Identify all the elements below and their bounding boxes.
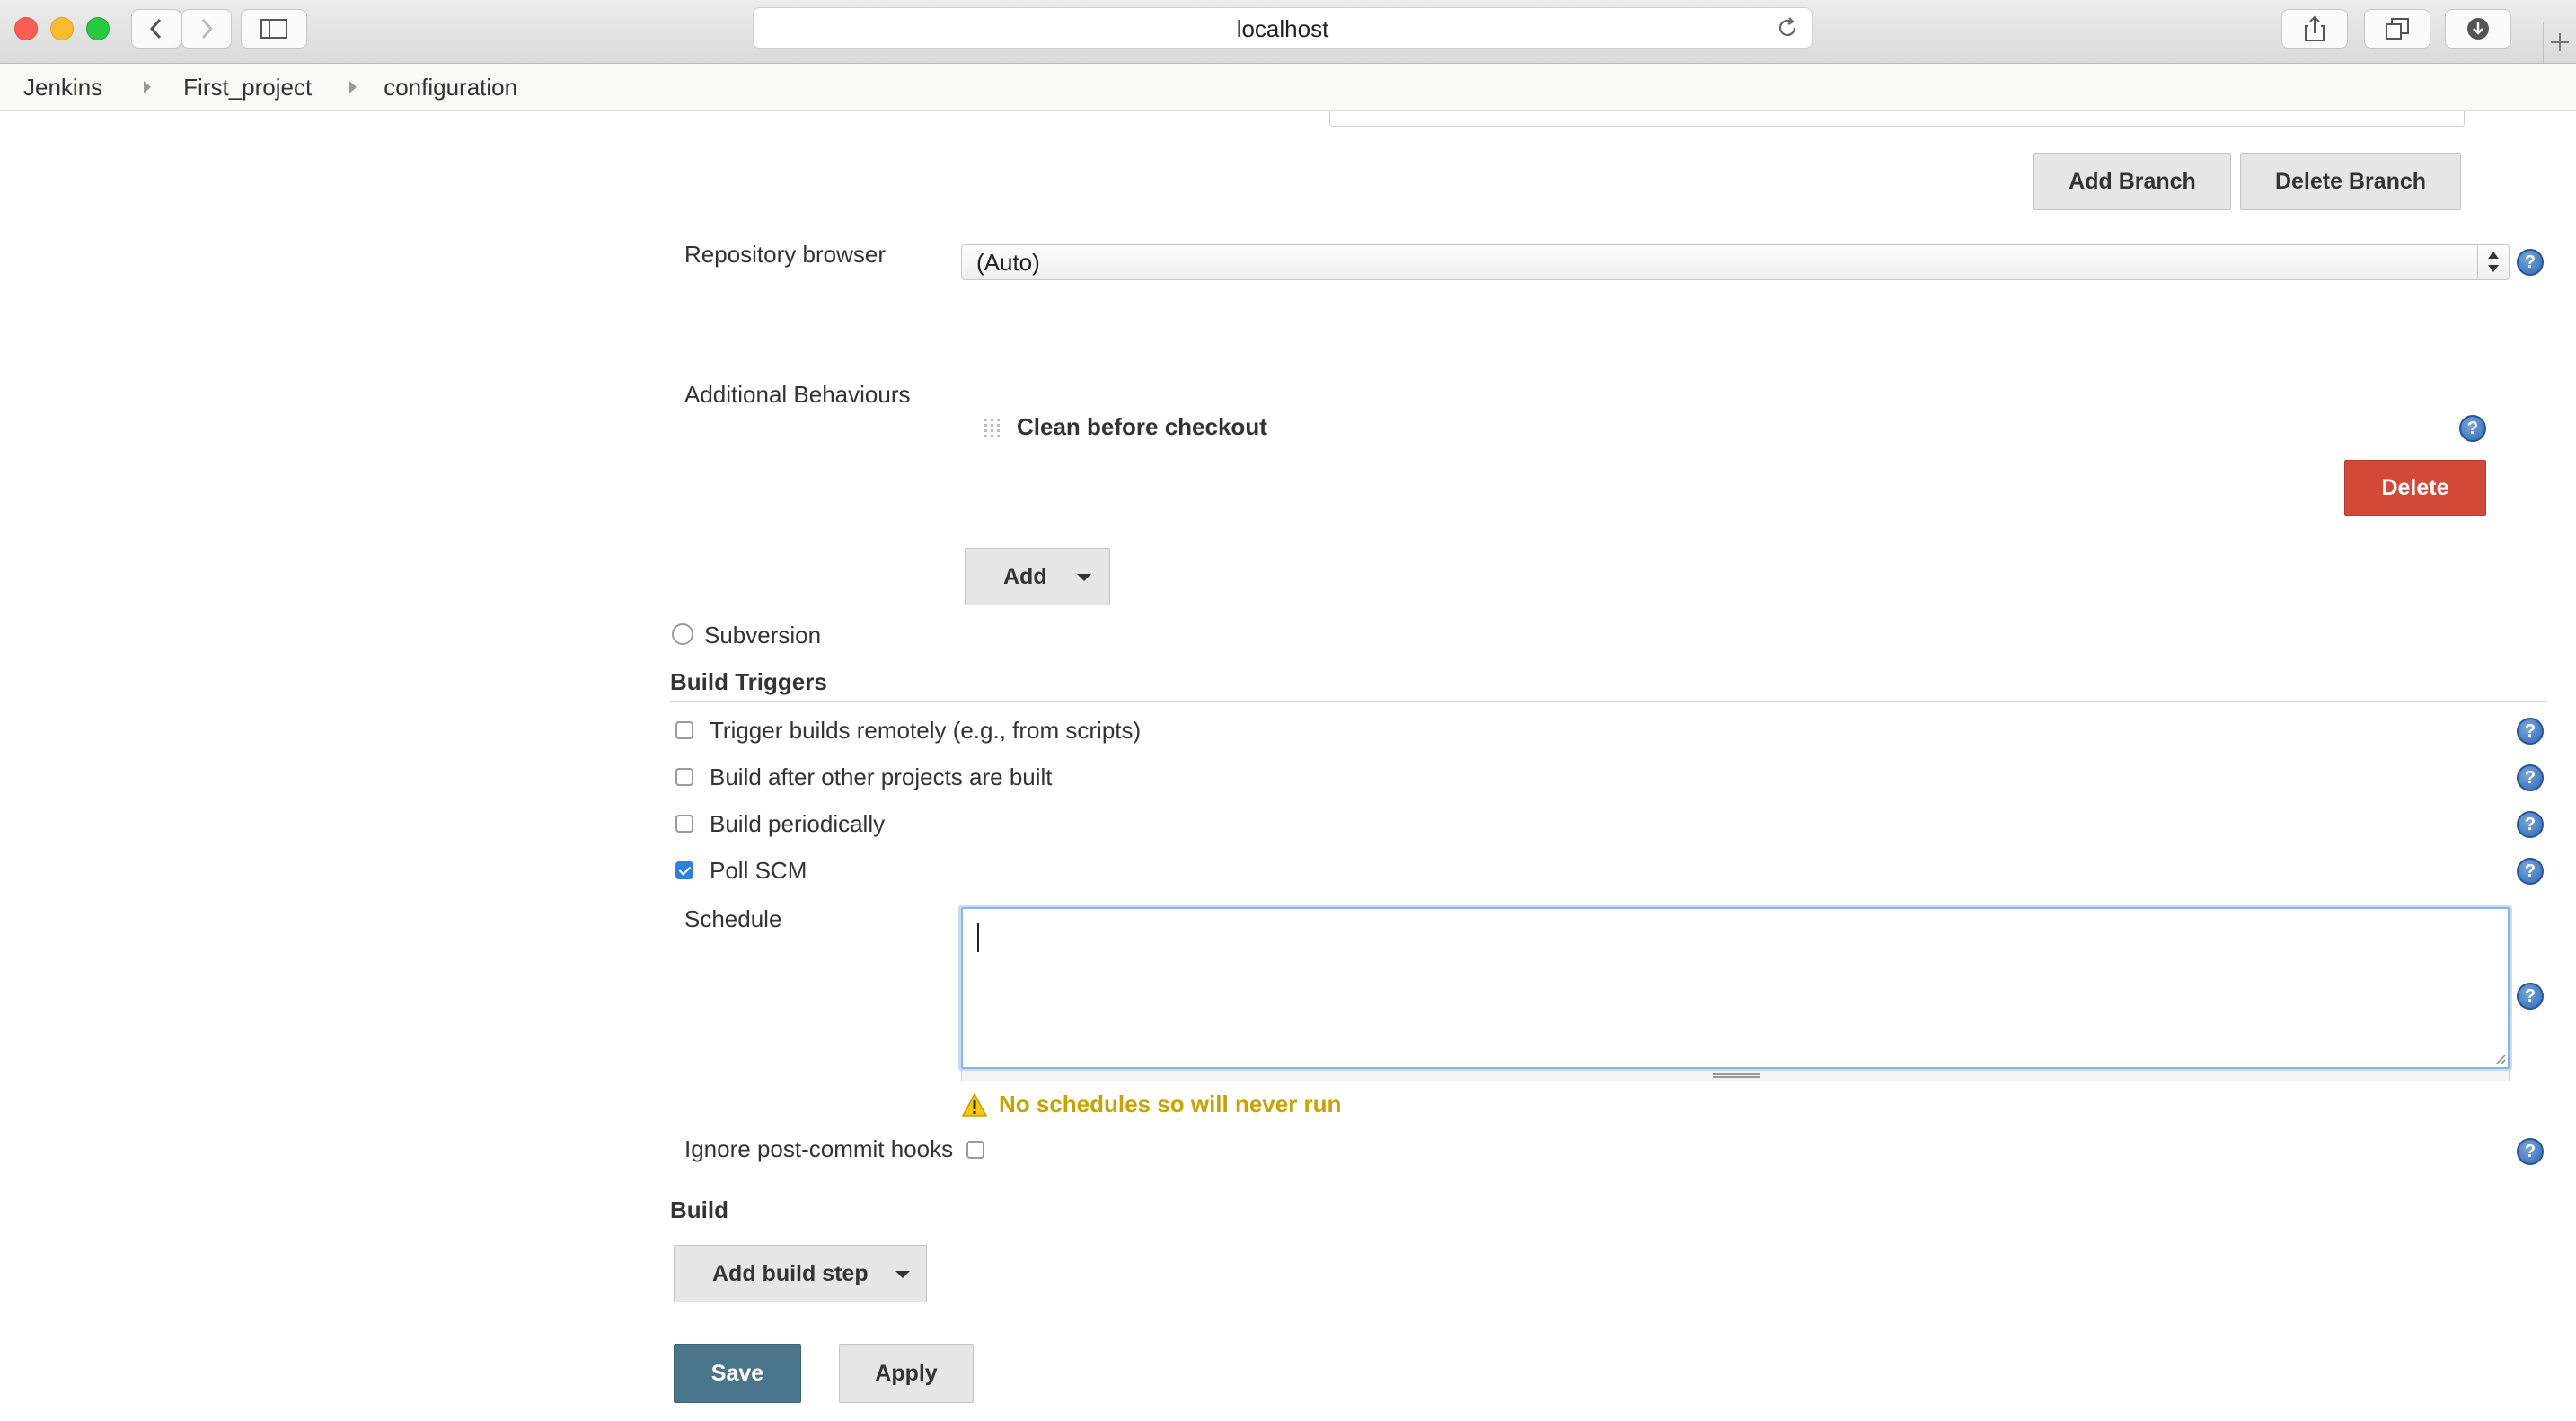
url-text: localhost	[1236, 15, 1329, 42]
browser-toolbar: localhost	[0, 0, 2576, 64]
tabs-icon	[2386, 18, 2409, 40]
schedule-warning: No schedules so will never run	[999, 1090, 1342, 1117]
resize-grip-icon[interactable]	[2493, 1053, 2506, 1065]
branch-specifier-input[interactable]	[1329, 111, 2465, 127]
add-behaviour-button[interactable]: Add	[965, 548, 1110, 605]
download-icon	[2467, 18, 2489, 40]
help-icon[interactable]: ?	[2517, 858, 2544, 885]
breadcrumb-separator-icon[interactable]	[144, 81, 152, 93]
schedule-label: Schedule	[684, 905, 782, 932]
repository-browser-value: (Auto)	[976, 249, 1040, 276]
subversion-radio[interactable]	[672, 623, 693, 645]
build-triggers-heading: Build Triggers	[670, 668, 827, 695]
warning-icon	[961, 1092, 988, 1116]
trigger-remote-label: Trigger builds remotely (e.g., from scri…	[710, 717, 1142, 744]
back-button[interactable]	[131, 9, 181, 49]
add-behaviour-label: Add	[1003, 563, 1047, 589]
plus-icon	[2551, 33, 2569, 51]
reload-icon[interactable]	[1776, 16, 1799, 40]
help-icon[interactable]: ?	[2517, 249, 2544, 276]
build-periodically-label: Build periodically	[710, 810, 886, 837]
add-build-step-label: Add build step	[712, 1260, 869, 1286]
repository-browser-select[interactable]: (Auto)	[961, 244, 2510, 280]
chevron-right-icon	[201, 18, 214, 40]
help-icon[interactable]: ?	[2517, 718, 2544, 745]
subversion-label: Subversion	[704, 622, 822, 649]
repository-browser-label: Repository browser	[684, 241, 886, 268]
help-icon[interactable]: ?	[2517, 764, 2544, 791]
select-arrows-icon	[2477, 245, 2509, 279]
new-tab-button[interactable]	[2543, 22, 2576, 63]
share-icon	[2305, 15, 2325, 41]
caret-down-icon	[1077, 574, 1091, 581]
additional-behaviours-label: Additional Behaviours	[684, 381, 911, 408]
save-button[interactable]: Save	[674, 1344, 801, 1403]
zoom-window-button[interactable]	[86, 17, 110, 40]
forward-button[interactable]	[181, 9, 232, 49]
trigger-remote-checkbox[interactable]	[675, 721, 693, 739]
behaviour-title: Clean before checkout	[1017, 413, 1267, 440]
sidebar-icon	[260, 19, 287, 39]
breadcrumb-first-project[interactable]: First_project	[183, 74, 312, 102]
build-after-label: Build after other projects are built	[710, 763, 1053, 790]
ignore-hooks-checkbox[interactable]	[966, 1141, 984, 1159]
delete-branch-button[interactable]: Delete Branch	[2240, 153, 2461, 210]
downloads-button[interactable]	[2445, 9, 2511, 49]
poll-scm-label: Poll SCM	[710, 857, 807, 884]
help-icon[interactable]: ?	[2459, 415, 2486, 442]
help-icon[interactable]: ?	[2517, 811, 2544, 838]
breadcrumb-jenkins[interactable]: Jenkins	[23, 74, 102, 102]
tabs-overview-button[interactable]	[2364, 9, 2430, 49]
close-window-button[interactable]	[14, 17, 38, 40]
caret-down-icon	[895, 1271, 910, 1278]
text-cursor	[977, 923, 979, 952]
poll-scm-checkbox[interactable]	[675, 861, 693, 879]
help-icon[interactable]: ?	[2517, 1138, 2544, 1165]
ignore-hooks-label: Ignore post-commit hooks	[684, 1135, 954, 1162]
textarea-expand-handle[interactable]	[961, 1071, 2510, 1081]
add-branch-button[interactable]: Add Branch	[2033, 153, 2231, 210]
build-heading: Build	[670, 1196, 728, 1223]
add-build-step-button[interactable]: Add build step	[674, 1245, 927, 1302]
section-divider	[670, 701, 2547, 702]
schedule-textarea[interactable]	[961, 907, 2510, 1069]
address-bar[interactable]: localhost	[753, 7, 1813, 49]
apply-button[interactable]: Apply	[839, 1344, 974, 1403]
build-after-checkbox[interactable]	[675, 768, 693, 786]
delete-behaviour-button[interactable]: Delete	[2344, 460, 2486, 516]
build-periodically-checkbox[interactable]	[675, 815, 693, 833]
drag-handle-icon[interactable]	[983, 417, 1002, 440]
minimize-window-button[interactable]	[50, 17, 74, 40]
chevron-left-icon	[149, 18, 162, 40]
breadcrumb-separator-icon[interactable]	[349, 81, 357, 93]
share-button[interactable]	[2281, 9, 2348, 49]
help-icon[interactable]: ?	[2517, 983, 2544, 1010]
breadcrumb-configuration[interactable]: configuration	[384, 74, 517, 102]
breadcrumb: Jenkins First_project configuration	[0, 64, 2576, 111]
sidebar-toggle-button[interactable]	[241, 9, 307, 49]
grip-icon	[1713, 1073, 1760, 1075]
